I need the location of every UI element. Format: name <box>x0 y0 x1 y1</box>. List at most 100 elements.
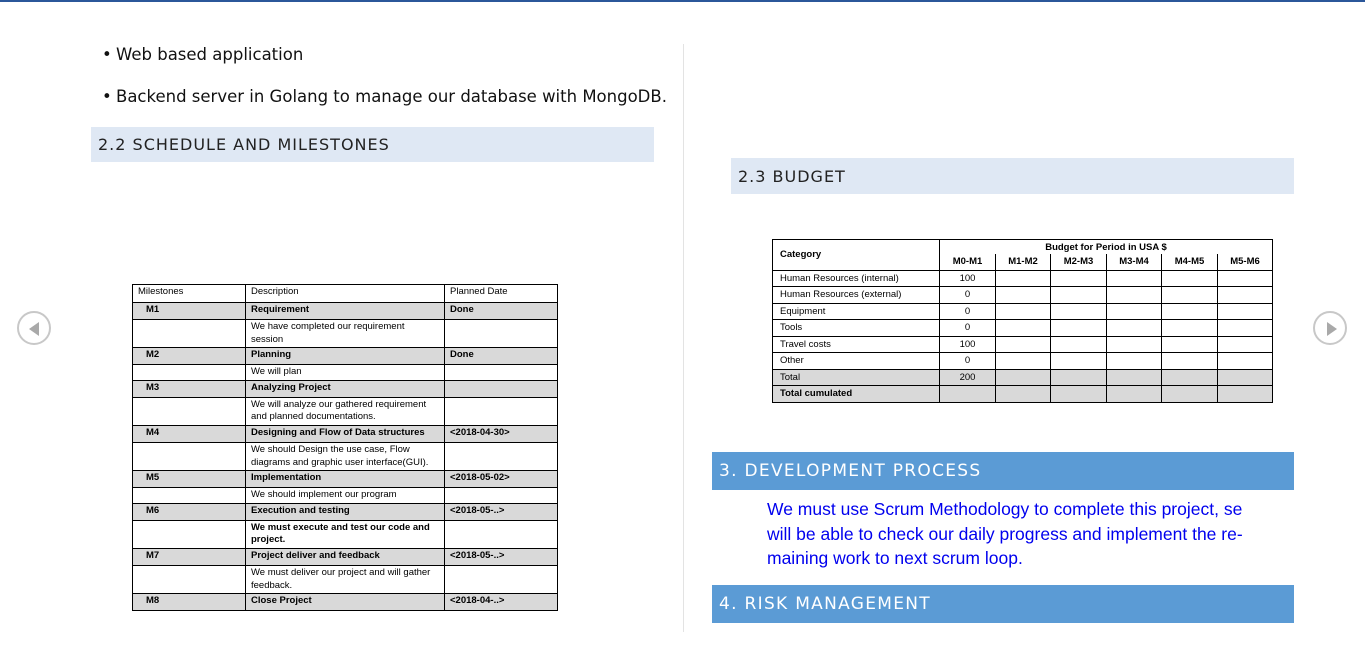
budget-empty-cell <box>995 335 1051 353</box>
bullet-glyph: • <box>102 87 112 106</box>
budget-empty-cell <box>1050 385 1107 403</box>
budget-empty-cell <box>1161 385 1218 403</box>
page-divider <box>683 44 684 632</box>
milestone-id: M7 <box>132 547 246 566</box>
budget-empty-cell <box>1106 269 1162 287</box>
milestone-date: <2018-05-..> <box>444 502 558 521</box>
heading-risk-management: 4. RISK MANAGEMENT <box>712 585 1294 623</box>
bullet-glyph: • <box>102 45 112 64</box>
period-header: M1-M2 <box>995 254 1051 271</box>
category-header: Category <box>772 239 940 271</box>
budget-empty-cell <box>1050 335 1107 353</box>
milestone-date <box>444 379 558 398</box>
budget-empty-cell <box>995 269 1051 287</box>
budget-category: Human Resources (internal) <box>772 269 940 287</box>
description-line: We should Design the use case, Flow <box>251 443 410 455</box>
empty-cell <box>444 318 558 349</box>
milestone-row: M3 Analyzing Project <box>132 379 558 398</box>
previous-page-button[interactable] <box>17 311 51 345</box>
budget-empty-cell <box>1217 302 1273 320</box>
development-paragraph: We must use Scrum Methodology to complet… <box>767 497 1287 571</box>
budget-empty-cell <box>1050 319 1107 337</box>
column-header: Planned Date <box>444 284 558 303</box>
milestone-date: <2018-05-..> <box>444 547 558 566</box>
empty-cell <box>132 318 246 349</box>
milestone-row: M2 Planning Done <box>132 347 558 366</box>
heading-budget: 2.3 BUDGET <box>731 158 1294 194</box>
budget-empty-cell <box>1106 319 1162 337</box>
milestone-row: M5 Implementation <2018-05-02> <box>132 470 558 489</box>
budget-empty-cell <box>1106 302 1162 320</box>
next-page-button[interactable] <box>1313 311 1347 345</box>
budget-empty-cell <box>1050 302 1107 320</box>
budget-empty-cell <box>995 385 1051 403</box>
budget-row: Tools 0 <box>772 319 1273 337</box>
budget-empty-cell <box>1217 368 1273 386</box>
budget-empty-cell <box>1217 335 1273 353</box>
budget-empty-cell <box>1161 302 1218 320</box>
budget-empty-cell <box>995 319 1051 337</box>
budget-category: Travel costs <box>772 335 940 353</box>
budget-row: Human Resources (external) 0 <box>772 286 1273 304</box>
budget-empty-cell <box>995 368 1051 386</box>
budget-empty-cell <box>1050 352 1107 370</box>
milestone-title: Implementation <box>245 470 445 489</box>
milestone-row: M7 Project deliver and feedback <2018-05-.… <box>132 547 558 566</box>
description-line: diagrams and graphic user interface(GUI)… <box>251 456 429 468</box>
chevron-right-icon <box>1327 322 1337 336</box>
milestone-date: Done <box>444 302 558 320</box>
budget-empty-cell <box>1217 269 1273 287</box>
description-line: We must execute and test our code and <box>251 521 430 533</box>
budget-header-row: Category Budget for Period in USA $ <box>772 239 1273 271</box>
milestone-title: Close Project <box>245 593 445 612</box>
milestone-title: Project deliver and feedback <box>245 547 445 566</box>
period-header: M3-M4 <box>1106 254 1162 271</box>
description-line: project. <box>251 534 286 546</box>
description-line: We must deliver our project and will gat… <box>251 566 431 578</box>
milestone-row: M8 Close Project <2018-04-..> <box>132 593 558 612</box>
milestone-description: We will plan <box>245 364 445 381</box>
milestone-date: <2018-04-..> <box>444 593 558 612</box>
heading-development-process: 3. DEVELOPMENT PROCESS <box>712 452 1294 490</box>
empty-cell <box>444 396 558 426</box>
milestone-title: Planning <box>245 347 445 366</box>
bullet-text: Web based application <box>116 45 304 64</box>
budget-empty-cell <box>1106 286 1162 304</box>
description-line: and planned documentations. <box>251 411 376 423</box>
milestone-row: M6 Execution and testing <2018-05-..> <box>132 502 558 521</box>
empty-cell <box>132 441 246 472</box>
budget-value: 0 <box>939 302 996 320</box>
milestone-id: M6 <box>132 502 246 521</box>
budget-empty-cell <box>1161 352 1218 370</box>
milestone-title: Designing and Flow of Data structures <box>245 424 445 443</box>
milestone-desc-row: We should implement our program <box>132 487 558 504</box>
period-header: M2-M3 <box>1050 254 1107 271</box>
milestone-title: Execution and testing <box>245 502 445 521</box>
budget-empty-cell <box>1161 286 1218 304</box>
budget-category: Tools <box>772 319 940 337</box>
budget-value: 0 <box>939 319 996 337</box>
milestone-description: We must deliver our project and will gat… <box>245 564 445 595</box>
milestone-date: <2018-05-02> <box>444 470 558 489</box>
budget-empty-cell <box>995 352 1051 370</box>
milestone-description: We should implement our program <box>245 487 445 504</box>
budget-category: Other <box>772 352 940 370</box>
period-header: M4-M5 <box>1161 254 1218 271</box>
description-line: session <box>251 333 284 345</box>
budget-value: 200 <box>939 368 996 386</box>
description-line: We should implement our program <box>251 489 397 501</box>
column-header: Description <box>245 284 445 303</box>
budget-row: Human Resources (internal) 100 <box>772 269 1273 287</box>
period-header: M0-M1 <box>939 254 996 271</box>
milestone-title: Analyzing Project <box>245 379 445 398</box>
budget-empty-cell <box>1217 319 1273 337</box>
milestone-description: We have completed our requirement session <box>245 318 445 349</box>
empty-cell <box>444 519 558 549</box>
milestone-id: M1 <box>132 302 246 320</box>
milestone-desc-row: We should Design the use case, Flow diagr… <box>132 441 558 472</box>
description-line: We have completed our requirement <box>251 321 405 332</box>
budget-row: Total cumulated <box>772 385 1273 403</box>
milestone-date: Done <box>444 347 558 366</box>
budget-empty-cell <box>1106 352 1162 370</box>
empty-cell <box>444 564 558 595</box>
